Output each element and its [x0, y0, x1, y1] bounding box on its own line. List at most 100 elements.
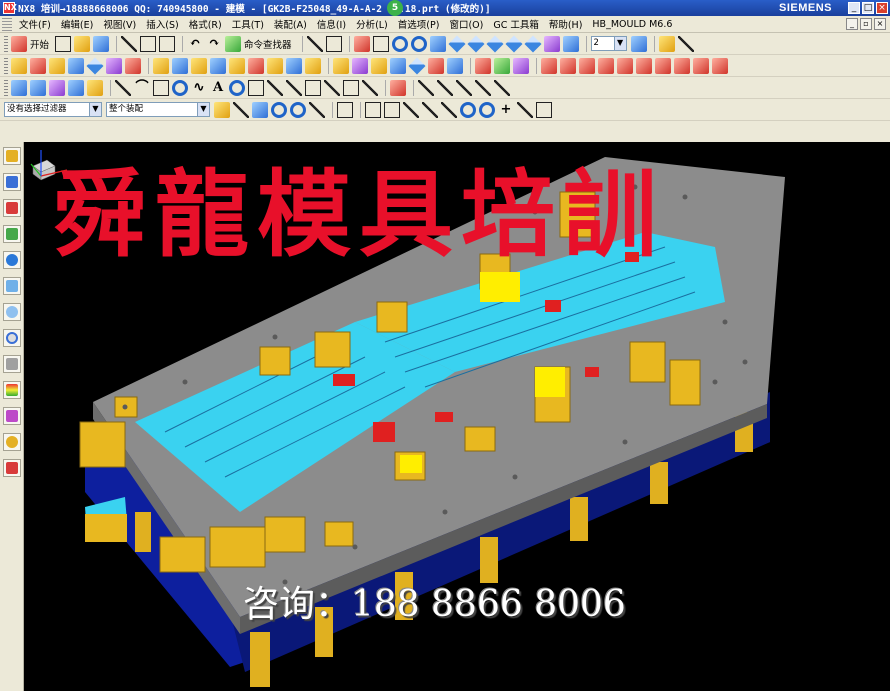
view-iso-icon[interactable]	[448, 35, 466, 52]
paste-icon[interactable]	[159, 35, 176, 52]
menu-preferences[interactable]: 首选项(P)	[393, 17, 445, 31]
line-icon[interactable]	[115, 79, 131, 96]
mould-tool-9-icon[interactable]	[693, 57, 709, 74]
mould-tool-2-icon[interactable]	[560, 57, 576, 74]
toolbar-grip-icon[interactable]	[4, 35, 8, 52]
close-button[interactable]: ×	[876, 2, 888, 14]
sketch-icon[interactable]	[11, 57, 27, 74]
layer-settings-icon[interactable]	[630, 35, 647, 52]
snap-endpoint-icon[interactable]	[365, 101, 381, 118]
snap-tangent-icon[interactable]	[422, 101, 438, 118]
measure-icon[interactable]	[306, 35, 323, 52]
toolbar-grip-icon[interactable]	[4, 79, 8, 96]
mould-tool-1-icon[interactable]	[541, 57, 557, 74]
view-front-icon[interactable]	[486, 35, 504, 52]
open-folder-icon[interactable]	[74, 35, 91, 52]
resize-face-icon[interactable]	[513, 57, 529, 74]
command-finder-icon[interactable]	[225, 35, 242, 52]
snap-normal-icon[interactable]	[441, 101, 457, 118]
intersect-icon[interactable]	[267, 57, 283, 74]
doc-restore-icon[interactable]: ▫	[860, 18, 872, 30]
select-edge-icon[interactable]	[233, 101, 249, 118]
view-left-icon[interactable]	[524, 35, 542, 52]
mould-tool-8-icon[interactable]	[674, 57, 690, 74]
wcs-origin-icon[interactable]	[418, 79, 434, 96]
wcs-save-icon[interactable]	[494, 79, 510, 96]
menu-edit[interactable]: 编辑(E)	[56, 17, 98, 31]
block-icon[interactable]	[86, 57, 104, 74]
select-all-icon[interactable]	[337, 101, 353, 118]
menu-assembly[interactable]: 装配(A)	[269, 17, 312, 31]
split-body-icon[interactable]	[428, 57, 444, 74]
work-layer-select[interactable]: 2 ▼	[590, 36, 627, 51]
wcs-rotate-icon[interactable]	[437, 79, 453, 96]
datum-plane-icon[interactable]	[153, 57, 169, 74]
web-browser-icon[interactable]	[3, 251, 21, 269]
copy-icon[interactable]	[140, 35, 157, 52]
assembly-navigator-icon[interactable]	[3, 147, 21, 165]
system-materials-icon[interactable]	[3, 381, 21, 399]
new-file-icon[interactable]	[55, 35, 72, 52]
offset-curve-icon[interactable]	[248, 79, 264, 96]
selection-filter-select[interactable]: 没有选择过滤器 ▼	[4, 102, 102, 117]
shade-icon[interactable]	[543, 35, 560, 52]
edit-object-icon[interactable]	[677, 35, 694, 52]
trim-body-icon[interactable]	[172, 57, 188, 74]
assembly-scope-select[interactable]: 整个装配 ▼	[106, 102, 210, 117]
spline-icon[interactable]: ∿	[191, 80, 207, 96]
pattern-icon[interactable]	[210, 57, 226, 74]
rotate-icon[interactable]	[410, 35, 427, 52]
mould-tool-5-icon[interactable]	[617, 57, 633, 74]
surface-4-icon[interactable]	[68, 79, 84, 96]
mould-tool-7-icon[interactable]	[655, 57, 671, 74]
mould-tool-4-icon[interactable]	[598, 57, 614, 74]
mould-tool-6-icon[interactable]	[636, 57, 652, 74]
delete-face-icon[interactable]	[494, 57, 510, 74]
doc-minimize-icon[interactable]: _	[846, 18, 858, 30]
project-curve-icon[interactable]	[267, 79, 283, 96]
draft-icon[interactable]	[352, 57, 368, 74]
doc-close-icon[interactable]: ×	[874, 18, 886, 30]
surface-5-icon[interactable]	[87, 79, 103, 96]
menu-tools[interactable]: 工具(T)	[227, 17, 269, 31]
cylinder-icon[interactable]	[106, 57, 122, 74]
chamfer-icon[interactable]	[305, 57, 321, 74]
zoom-window-icon[interactable]	[372, 35, 389, 52]
undo-icon[interactable]: ↶	[187, 36, 203, 52]
extract-geometry-icon[interactable]	[447, 57, 463, 74]
palette-icon[interactable]	[3, 407, 21, 425]
save-icon[interactable]	[93, 35, 110, 52]
menu-insert[interactable]: 插入(S)	[141, 17, 183, 31]
snap-existing-point-icon[interactable]: +	[498, 102, 514, 118]
menu-grip-icon[interactable]	[2, 17, 12, 31]
fit-icon[interactable]	[353, 35, 370, 52]
wcs-orient-icon[interactable]	[456, 79, 472, 96]
menu-window[interactable]: 窗口(O)	[444, 17, 488, 31]
shell-icon[interactable]	[333, 57, 349, 74]
wcs-display-icon[interactable]	[475, 79, 491, 96]
divide-curve-icon[interactable]	[343, 79, 359, 96]
snap-quadrant-icon[interactable]	[479, 101, 495, 118]
thicken-icon[interactable]	[371, 57, 387, 74]
circle-icon[interactable]	[172, 79, 188, 96]
snap-icon[interactable]	[325, 35, 342, 52]
surface-1-icon[interactable]	[11, 79, 27, 96]
clock-icon[interactable]	[3, 329, 21, 347]
minimize-button[interactable]: _	[848, 2, 860, 14]
menu-hb-mould[interactable]: HB_MOULD M6.6	[587, 19, 677, 30]
menu-view[interactable]: 视图(V)	[98, 17, 141, 31]
snap-face-icon[interactable]	[536, 101, 552, 118]
snap-on-curve-icon[interactable]	[403, 101, 419, 118]
replace-face-icon[interactable]	[408, 57, 426, 74]
unite-icon[interactable]	[125, 57, 141, 74]
ruler-icon[interactable]	[658, 35, 675, 52]
snap-intersection-icon[interactable]	[517, 101, 533, 118]
rectangle-icon[interactable]	[153, 79, 169, 96]
surface-3-icon[interactable]	[49, 79, 65, 96]
command-finder-label[interactable]: 命令查找器	[244, 37, 292, 51]
menu-help[interactable]: 帮助(H)	[544, 17, 588, 31]
process-studio-icon[interactable]	[3, 303, 21, 321]
toolbar-grip-icon[interactable]	[4, 57, 8, 74]
select-feature-icon[interactable]	[214, 101, 230, 118]
select-face-icon[interactable]	[252, 101, 268, 118]
